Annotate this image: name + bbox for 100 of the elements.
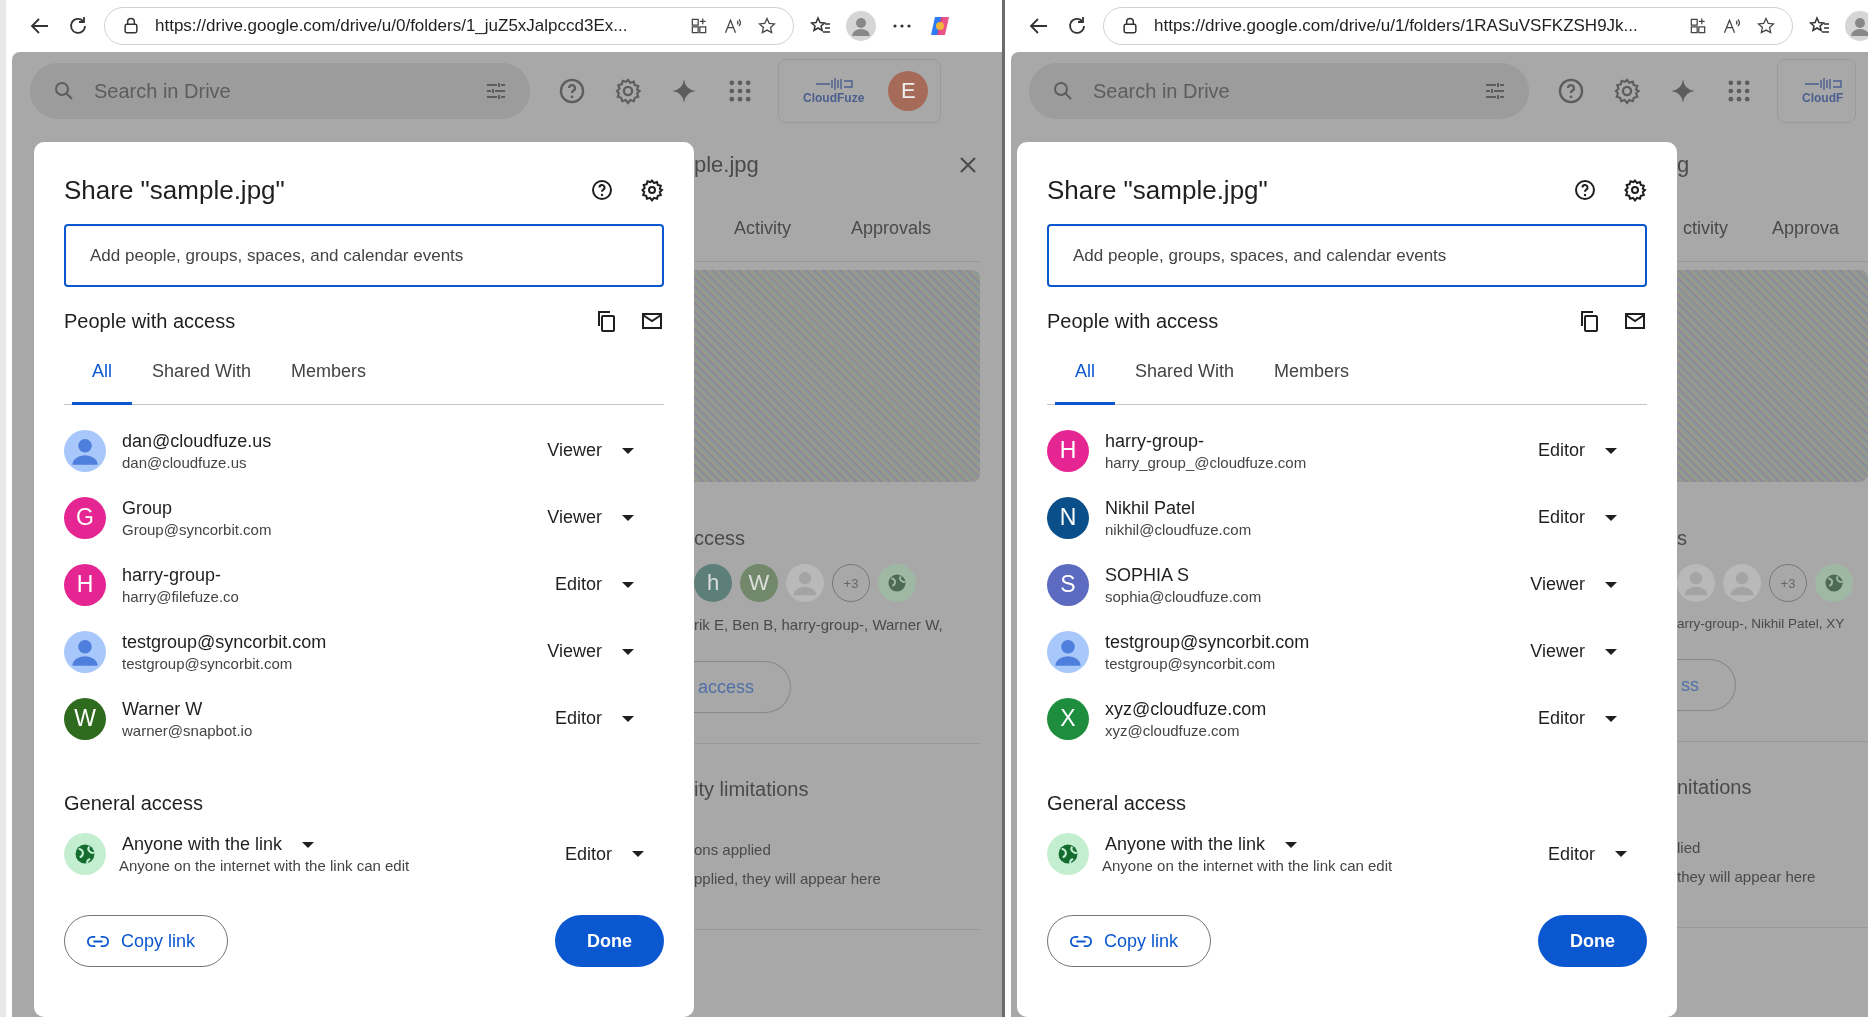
read-aloud-icon[interactable]: [723, 16, 743, 36]
search-field[interactable]: Search in Drive: [1091, 78, 1467, 104]
caret-icon: [1615, 851, 1627, 857]
role-dropdown[interactable]: Viewer: [541, 635, 664, 668]
avatar: h: [694, 564, 732, 602]
copy-link-button[interactable]: Copy link: [1047, 915, 1212, 967]
filter-tab[interactable]: All: [72, 347, 132, 405]
role-dropdown[interactable]: Editor: [548, 568, 664, 601]
link-icon: [1070, 935, 1092, 947]
general-access-heading: General access: [64, 792, 204, 815]
globe-icon: [1815, 564, 1853, 602]
avatar: W: [64, 697, 106, 740]
account-panel[interactable]: CloudFuze E: [778, 59, 942, 123]
caret-icon: [1605, 648, 1617, 655]
globe-icon: [1047, 833, 1089, 875]
person-name: Nikhil Patel: [1105, 497, 1196, 519]
settings-icon[interactable]: [1623, 178, 1647, 202]
caret-icon: [622, 447, 634, 454]
avatar: X: [1047, 697, 1089, 740]
search-bar[interactable]: Search in Drive: [30, 63, 530, 119]
filter-tab[interactable]: Members: [271, 347, 387, 405]
copy-link-button[interactable]: Copy link: [64, 915, 229, 967]
role-dropdown[interactable]: Editor: [558, 837, 664, 871]
profile-icon[interactable]: [846, 11, 876, 41]
file-title: ple.jpg: [694, 152, 759, 178]
filter-tab[interactable]: Shared With: [132, 347, 272, 405]
person-name: SOPHIA S: [1105, 564, 1190, 586]
people-heading: People with access: [64, 309, 237, 333]
shared-names: rik E, Ben B, harry-group-, Warner W,: [694, 616, 943, 633]
access-description: Anyone on the internet with the link can edit: [119, 857, 410, 874]
limitations-text: pplied, they will appear here: [694, 870, 881, 887]
person-email: testgroup@syncorbit.com: [122, 654, 293, 672]
role-dropdown[interactable]: Viewer: [541, 434, 664, 467]
star-icon[interactable]: [757, 16, 777, 36]
settings-icon[interactable]: [640, 178, 664, 202]
filter-tab[interactable]: All: [1055, 347, 1115, 405]
grid-plus-icon[interactable]: [689, 16, 709, 36]
panel-tab[interactable]: Approva: [1772, 218, 1840, 239]
role-dropdown[interactable]: Editor: [1531, 501, 1647, 534]
person-email: dan@cloudfuze.us: [122, 453, 247, 471]
person-name: dan@cloudfuze.us: [122, 430, 272, 452]
done-button[interactable]: Done: [555, 915, 664, 967]
access-scope-dropdown[interactable]: Anyone with the link: [122, 834, 315, 855]
logo-text: CloudF: [1802, 91, 1844, 105]
caret-icon: [1605, 715, 1617, 722]
filter-tab[interactable]: Members: [1254, 347, 1370, 405]
role-dropdown[interactable]: Editor: [1531, 702, 1647, 735]
caret-icon: [1605, 447, 1617, 454]
person-name: testgroup@syncorbit.com: [122, 631, 327, 653]
person-email: nikhil@cloudfuze.com: [1105, 520, 1252, 538]
link-icon: [87, 935, 109, 947]
dialog-title: Share "sample.jpg": [64, 174, 286, 206]
role-dropdown[interactable]: Viewer: [541, 501, 664, 534]
account-avatar[interactable]: E: [888, 71, 929, 111]
person-name: xyz@cloudfuze.com: [1105, 698, 1267, 720]
person-name: harry-group-: [1105, 430, 1205, 452]
limitations-heading: ity limitations: [694, 778, 809, 801]
role-dropdown[interactable]: Viewer: [1524, 635, 1647, 668]
limitations-text: ons applied: [694, 841, 771, 858]
person-email: xyz@cloudfuze.com: [1105, 721, 1240, 739]
add-people-field[interactable]: Add people, groups, spaces, and calendar events: [64, 224, 664, 287]
avatar: W: [740, 564, 778, 602]
caret-icon: [622, 581, 634, 588]
panel-tab[interactable]: Approvals: [851, 218, 932, 239]
caret-icon: [302, 841, 315, 848]
person-email: sophia@cloudfuze.com: [1105, 587, 1262, 605]
role-dropdown[interactable]: Editor: [1531, 434, 1647, 467]
role-dropdown[interactable]: Editor: [548, 702, 664, 735]
person-name: harry-group-: [122, 564, 222, 586]
done-button[interactable]: Done: [1538, 915, 1647, 967]
globe-icon: [64, 833, 106, 875]
panel-tab[interactable]: Activity: [734, 218, 791, 239]
person-email: Group@syncorbit.com: [122, 520, 272, 538]
person-avatar-icon: [64, 630, 106, 673]
caret-icon: [1605, 581, 1617, 588]
filter-tab[interactable]: Shared With: [1115, 347, 1255, 405]
read-aloud-icon[interactable]: [1722, 16, 1742, 36]
limitations-text: they will appear here: [1677, 868, 1816, 885]
profile-icon[interactable]: [1845, 11, 1868, 41]
person-email: testgroup@syncorbit.com: [1105, 654, 1276, 672]
role-dropdown[interactable]: Editor: [1541, 837, 1647, 871]
search-bar[interactable]: Search in Drive: [1029, 63, 1529, 119]
help-icon[interactable]: [590, 178, 614, 202]
grid-plus-icon[interactable]: [1688, 16, 1708, 36]
people-heading: People with access: [1047, 309, 1220, 333]
general-access-heading: General access: [1047, 792, 1187, 815]
caret-icon: [1605, 514, 1617, 521]
access-scope-dropdown[interactable]: Anyone with the link: [1105, 834, 1298, 855]
help-icon[interactable]: [1573, 178, 1597, 202]
avatar: N: [1047, 496, 1089, 539]
role-dropdown[interactable]: Viewer: [1524, 568, 1647, 601]
person-email: warner@snapbot.io: [122, 721, 253, 739]
logo-text: CloudFuze: [803, 91, 865, 105]
star-icon[interactable]: [1756, 16, 1776, 36]
panel-tab[interactable]: ctivity: [1683, 218, 1728, 239]
person-name: testgroup@syncorbit.com: [1105, 631, 1310, 653]
access-description: Anyone on the internet with the link can edit: [1102, 857, 1393, 874]
search-field[interactable]: Search in Drive: [92, 78, 468, 104]
add-people-field[interactable]: Add people, groups, spaces, and calendar events: [1047, 224, 1647, 287]
caret-icon: [622, 514, 634, 521]
